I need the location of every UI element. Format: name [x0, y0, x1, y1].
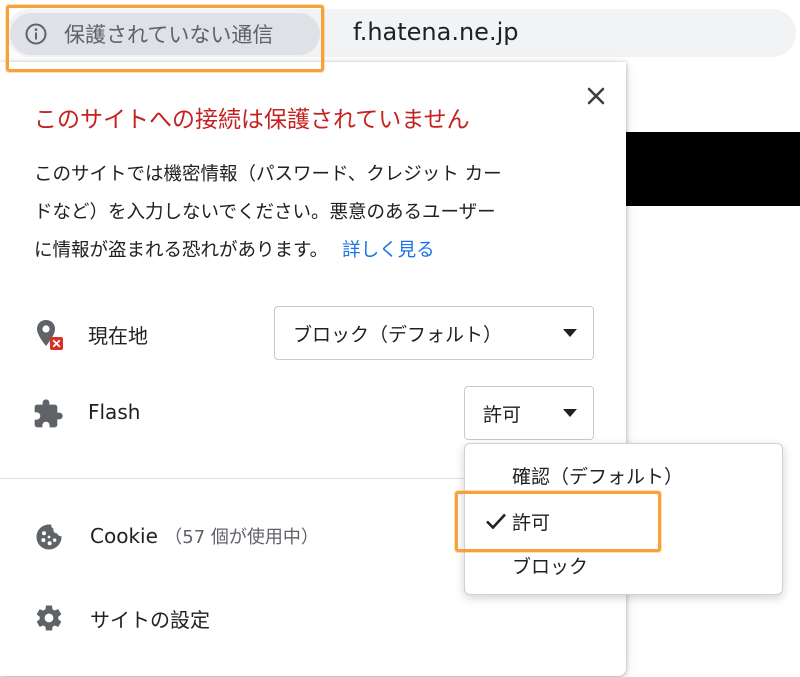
cookie-count: （57 個が使用中）: [164, 527, 319, 548]
gear-icon: [36, 605, 62, 631]
warning-title: このサイトへの接続は保護されていません: [34, 107, 470, 133]
description-line-text: に情報が盗まれる恐れがあります。: [34, 240, 329, 261]
description-line: に情報が盗まれる恐れがあります。 詳しく見る: [34, 232, 594, 270]
cookie-label: Cookie: [90, 524, 158, 548]
flash-select-value: 許可: [483, 403, 522, 426]
highlight-allow-option: [455, 491, 661, 552]
highlight-security-chip: [6, 5, 324, 72]
chevron-down-icon: [563, 329, 577, 337]
location-select-value: ブロック（デフォルト）: [293, 323, 503, 346]
permission-label-flash: Flash: [88, 400, 141, 424]
location-blocked-icon: [37, 320, 63, 350]
page-header-bar: [620, 132, 800, 206]
chevron-down-icon: [563, 409, 577, 417]
cookie-row[interactable]: Cookie （57 個が使用中）: [90, 523, 319, 549]
flash-permission-select[interactable]: 許可: [464, 386, 594, 440]
menu-item-label: 確認（デフォルト）: [512, 465, 684, 488]
description-line: ドなど）を入力しないでください。悪意のあるユーザー: [34, 202, 496, 223]
menu-item-label: ブロック: [512, 555, 589, 578]
close-icon: [587, 87, 605, 105]
permission-label-location: 現在地: [88, 324, 148, 348]
description-line: このサイトでは機密情報（パスワード、クレジット カー: [34, 164, 502, 185]
warning-description: このサイトでは機密情報（パスワード、クレジット カー ドなど）を入力しないでくだ…: [34, 156, 594, 270]
location-permission-select[interactable]: ブロック（デフォルト）: [274, 306, 594, 360]
learn-more-link[interactable]: 詳しく見る: [342, 240, 435, 261]
cookie-icon: [36, 524, 62, 550]
close-button[interactable]: [582, 82, 610, 110]
url-text[interactable]: f.hatena.ne.jp: [353, 18, 518, 46]
site-settings-link[interactable]: サイトの設定: [90, 604, 210, 633]
puzzle-icon: [34, 399, 63, 428]
